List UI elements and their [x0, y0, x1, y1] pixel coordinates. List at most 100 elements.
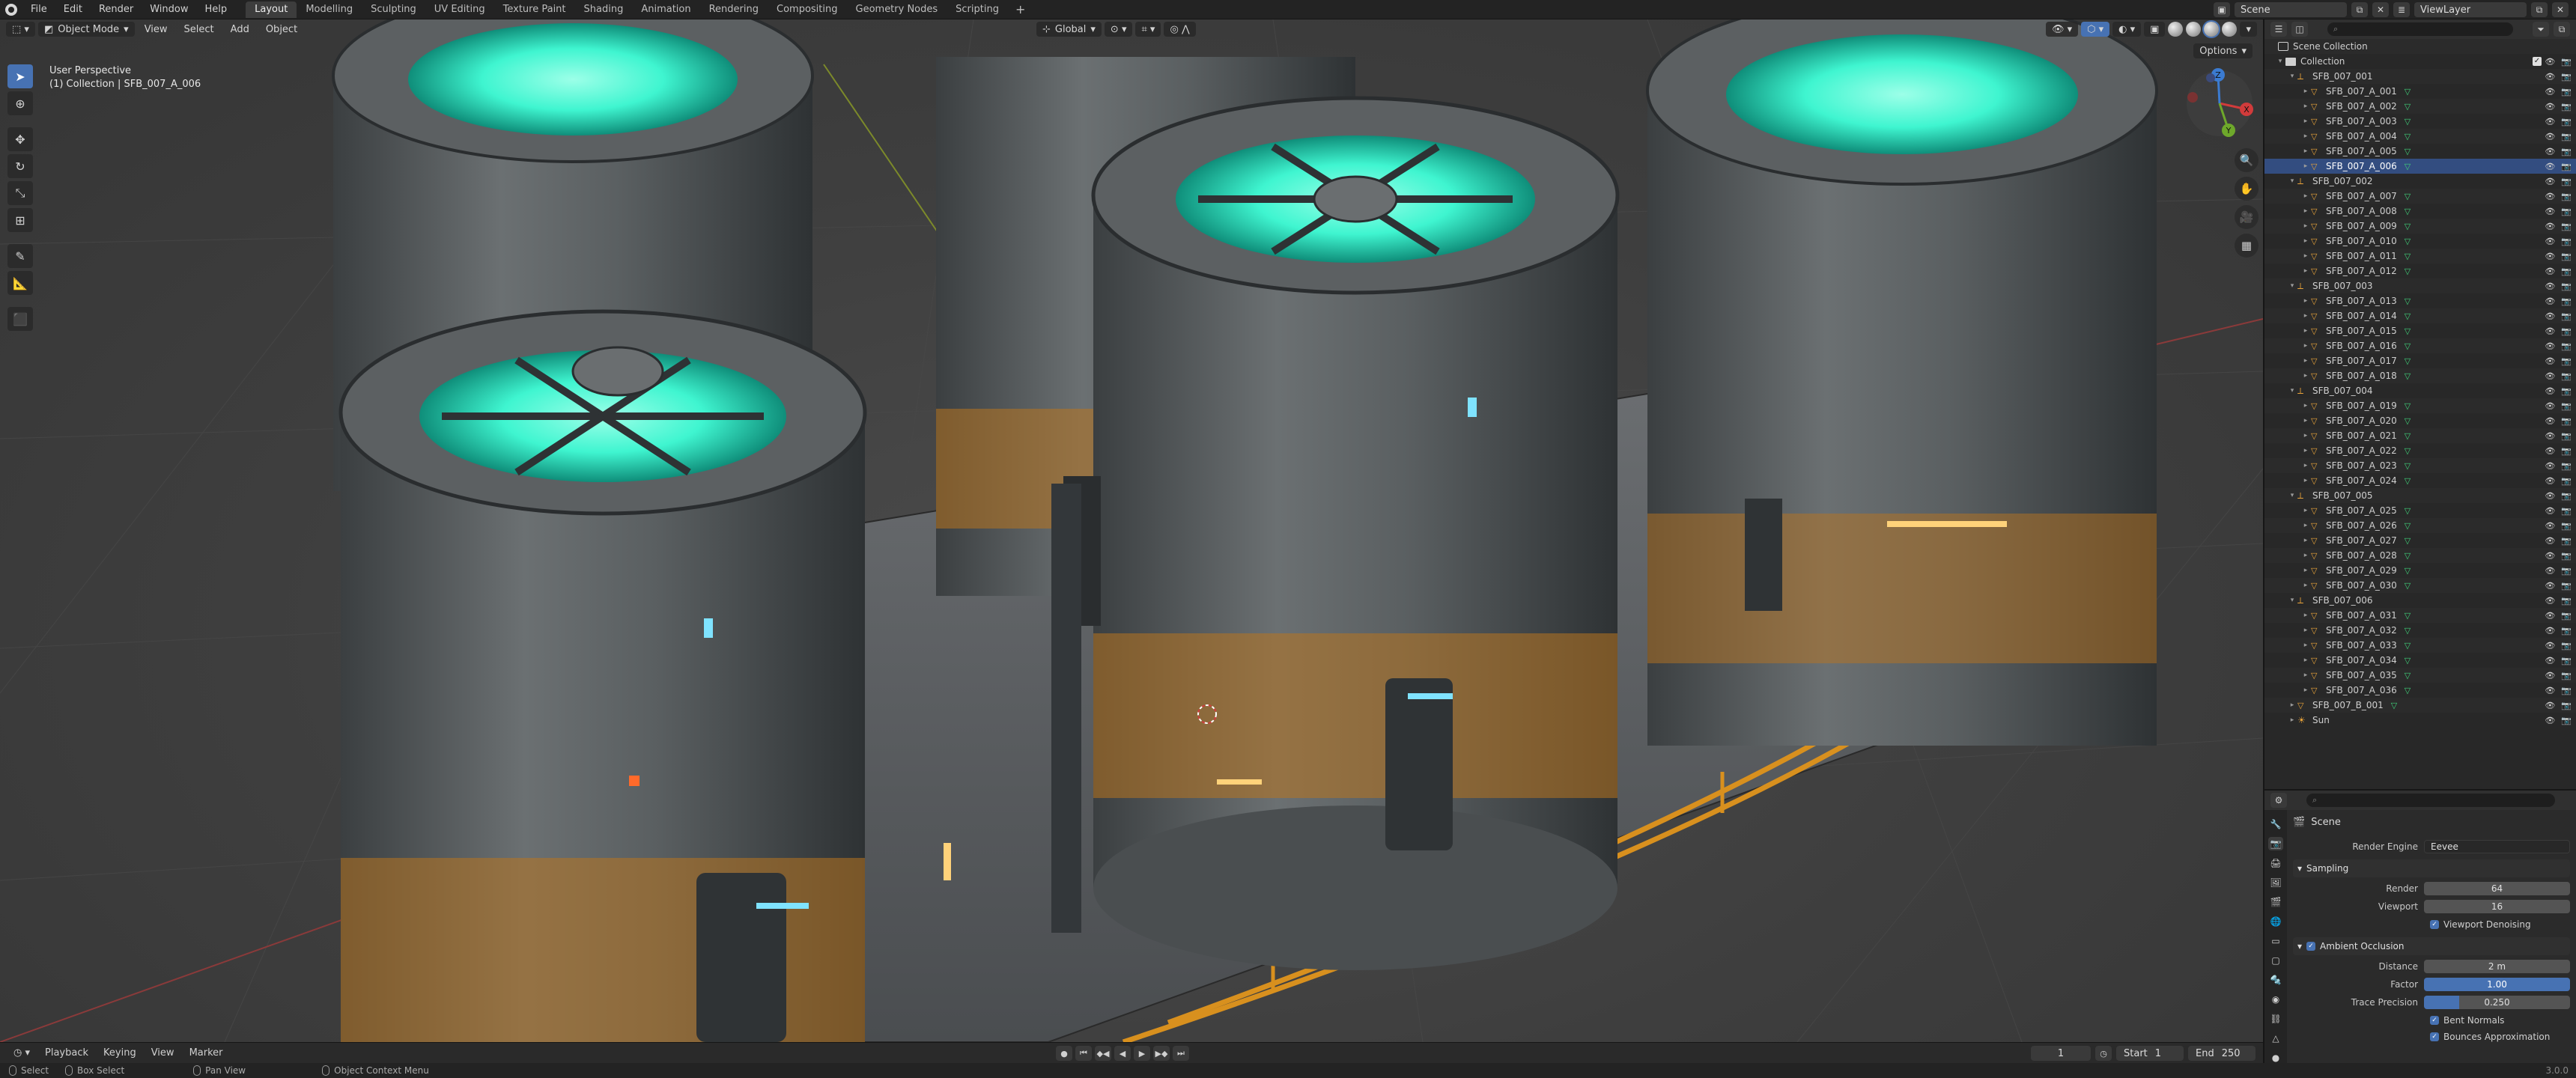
outliner-object[interactable]: ▸ ▽ SFB_007_A_021 ▽ 👁 📷	[2264, 428, 2576, 443]
camera-icon[interactable]: 📷	[2561, 491, 2572, 501]
object-tab-icon[interactable]: ▢	[2268, 954, 2283, 967]
mesh-data-icon[interactable]: ▽	[2405, 371, 2411, 381]
transform-tool-icon[interactable]: ⊞	[7, 208, 33, 232]
orientation-selector[interactable]: ⊹ Global ▾	[1036, 22, 1102, 37]
eye-icon[interactable]: 👁	[2545, 641, 2555, 651]
mesh-data-icon[interactable]: ▽	[2405, 461, 2411, 471]
modifier-tab-icon[interactable]: 🔩	[2268, 973, 2283, 987]
eye-icon[interactable]: 👁	[2545, 611, 2555, 621]
record-icon[interactable]: ●	[1056, 1046, 1072, 1061]
outliner-object[interactable]: ▸ ▽ SFB_007_A_007 ▽ 👁 📷	[2264, 189, 2576, 204]
eye-icon[interactable]: 👁	[2545, 431, 2555, 441]
play-icon[interactable]: ▶	[1134, 1046, 1150, 1061]
exclude-checkbox[interactable]: ✓	[2533, 57, 2542, 66]
render-samples-field[interactable]: 64	[2424, 882, 2570, 895]
properties-search-input[interactable]: ⌕	[2306, 794, 2555, 807]
expand-right-icon[interactable]: ▸	[2300, 207, 2311, 215]
camera-icon[interactable]: 📷	[2561, 626, 2572, 636]
outliner-object[interactable]: ▸ ▽ SFB_007_A_017 ▽ 👁 📷	[2264, 353, 2576, 368]
mesh-data-icon[interactable]: ▽	[2405, 326, 2411, 336]
outliner-object[interactable]: ▸ ▽ SFB_007_A_023 ▽ 👁 📷	[2264, 458, 2576, 473]
tab-compositing[interactable]: Compositing	[768, 1, 847, 18]
expand-right-icon[interactable]: ▸	[2300, 552, 2311, 559]
xray-toggle[interactable]: ▣	[2144, 22, 2166, 37]
eye-icon[interactable]: 👁	[2545, 401, 2555, 411]
expand-right-icon[interactable]: ▸	[2300, 402, 2311, 409]
overlay-toggle[interactable]: ◐ ▾	[2112, 22, 2142, 37]
camera-icon[interactable]: 📷	[2561, 581, 2572, 591]
outliner-object[interactable]: ▸ ▽ SFB_007_A_015 ▽ 👁 📷	[2264, 323, 2576, 338]
timeline-menu-marker[interactable]: Marker	[182, 1047, 231, 1059]
3d-viewport[interactable]: ⬚ ▾ ◩ Object Mode ▾ View Select Add Object…	[0, 19, 2263, 1042]
expand-right-icon[interactable]: ▸	[2300, 432, 2311, 439]
eye-icon[interactable]: 👁	[2545, 177, 2555, 186]
zoom-icon[interactable]: 🔍	[2235, 148, 2258, 172]
expand-right-icon[interactable]: ▸	[2300, 222, 2311, 230]
mesh-data-icon[interactable]: ▽	[2405, 341, 2411, 351]
eye-icon[interactable]: 👁	[2545, 536, 2555, 546]
camera-icon[interactable]: 📷	[2561, 386, 2572, 396]
expand-right-icon[interactable]: ▸	[2300, 612, 2311, 619]
outliner-group[interactable]: ▾ ⟂ SFB_007_002 👁 📷	[2264, 174, 2576, 189]
camera-icon[interactable]: 📷	[2561, 177, 2572, 186]
move-tool-icon[interactable]: ✥	[7, 127, 33, 151]
viewport-menu-view[interactable]: View	[138, 24, 174, 35]
tab-animation[interactable]: Animation	[632, 1, 699, 18]
menu-render[interactable]: Render	[91, 0, 142, 19]
mesh-data-icon[interactable]: ▽	[2405, 581, 2411, 591]
eye-icon[interactable]: 👁	[2545, 581, 2555, 591]
camera-icon[interactable]: 📷	[2561, 521, 2572, 531]
tab-shading[interactable]: Shading	[575, 1, 633, 18]
eye-icon[interactable]: 👁	[2545, 566, 2555, 576]
expand-right-icon[interactable]: ▸	[2300, 162, 2311, 170]
expand-right-icon[interactable]: ▸	[2300, 462, 2311, 469]
expand-down-icon[interactable]: ▾	[2287, 492, 2297, 499]
new-view-layer-icon[interactable]: ⧉	[2531, 2, 2548, 17]
camera-icon[interactable]: 📷	[2561, 431, 2572, 441]
delete-view-layer-icon[interactable]: ✕	[2552, 2, 2569, 17]
mesh-data-icon[interactable]: ▽	[2405, 222, 2411, 231]
menu-window[interactable]: Window	[142, 0, 196, 19]
material-tab-icon[interactable]: ●	[2268, 1051, 2283, 1063]
outliner-object[interactable]: ▸ ▽ SFB_007_A_009 ▽ 👁 📷	[2264, 219, 2576, 234]
camera-icon[interactable]: 📷	[2561, 611, 2572, 621]
camera-icon[interactable]: 📷	[2561, 222, 2572, 231]
expand-right-icon[interactable]: ▸	[2300, 642, 2311, 649]
outliner-object[interactable]: ▸ ▽ SFB_007_A_030 ▽ 👁 📷	[2264, 578, 2576, 593]
sampling-panel-header[interactable]: ▾ Sampling	[2293, 859, 2570, 877]
outliner-object[interactable]: ▸ ▽ SFB_007_A_026 ▽ 👁 📷	[2264, 518, 2576, 533]
outliner-sun[interactable]: ▸ ☀ Sun 👁 📷	[2264, 713, 2576, 728]
blender-logo[interactable]	[0, 0, 22, 19]
mesh-data-icon[interactable]: ▽	[2405, 132, 2411, 141]
snap-toggle[interactable]: ⌗ ▾	[1135, 22, 1161, 37]
eye-icon[interactable]: 👁	[2545, 491, 2555, 501]
outliner-object[interactable]: ▸ ▽ SFB_007_A_012 ▽ 👁 📷	[2264, 264, 2576, 278]
tab-scripting[interactable]: Scripting	[947, 1, 1008, 18]
expand-right-icon[interactable]: ▸	[2300, 133, 2311, 140]
expand-right-icon[interactable]: ▸	[2300, 312, 2311, 320]
outliner-object[interactable]: ▸ ▽ SFB_007_A_006 ▽ 👁 📷	[2264, 159, 2576, 174]
expand-right-icon[interactable]: ▸	[2300, 88, 2311, 95]
camera-icon[interactable]: 📷	[2561, 566, 2572, 576]
mesh-data-icon[interactable]: ▽	[2405, 162, 2411, 171]
outliner-collection[interactable]: ▾ Collection ✓ 👁 📷	[2264, 54, 2576, 69]
outliner-editor-icon[interactable]: ☰	[2270, 22, 2287, 37]
proportional-edit-toggle[interactable]: ◎ ⋀	[1164, 22, 1196, 37]
expand-right-icon[interactable]: ▸	[2287, 701, 2297, 709]
eye-icon[interactable]: 👁	[2545, 267, 2555, 276]
eye-icon[interactable]: 👁	[2545, 521, 2555, 531]
outliner-object[interactable]: ▸ ▽ SFB_007_A_031 ▽ 👁 📷	[2264, 608, 2576, 623]
shading-options-button[interactable]: ▾	[2240, 22, 2257, 37]
eye-icon[interactable]: 👁	[2545, 701, 2555, 710]
eye-icon[interactable]: 👁	[2545, 207, 2555, 216]
outliner-object[interactable]: ▸ ▽ SFB_007_A_011 ▽ 👁 📷	[2264, 249, 2576, 264]
eye-icon[interactable]: 👁	[2545, 192, 2555, 201]
expand-right-icon[interactable]: ▸	[2300, 372, 2311, 380]
camera-icon[interactable]: 📷	[2561, 716, 2572, 725]
pivot-selector[interactable]: ⊙ ▾	[1104, 22, 1133, 37]
mesh-data-icon[interactable]: ▽	[2405, 641, 2411, 651]
camera-icon[interactable]: 📷	[2561, 446, 2572, 456]
camera-view-icon[interactable]: 🎥	[2235, 205, 2258, 229]
camera-icon[interactable]: 📷	[2561, 401, 2572, 411]
expand-right-icon[interactable]: ▸	[2287, 716, 2297, 724]
